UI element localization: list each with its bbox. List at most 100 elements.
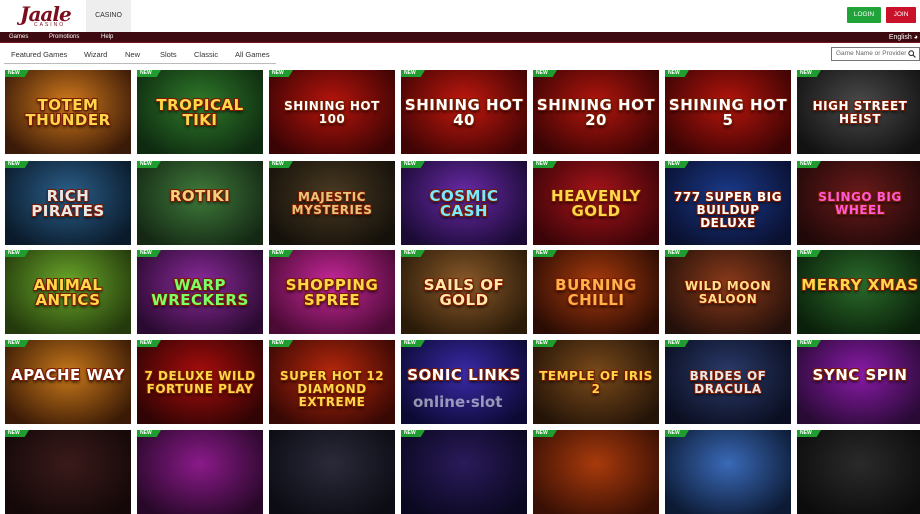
game-tile[interactable]: HEAVENLY GOLD NEW [533, 161, 659, 245]
new-badge: NEW [665, 70, 689, 77]
game-title: MAJESTIC MYSTERIES [291, 190, 373, 217]
game-tile[interactable]: TEMPLE OF IRIS 2 NEW [533, 340, 659, 424]
game-tile[interactable] [269, 430, 395, 514]
menu-item-promotions[interactable]: Promotions [49, 32, 79, 43]
game-title: BRIDES OF DRACULA [689, 369, 767, 396]
watermark-text: online·slot [413, 393, 503, 411]
game-title: SLINGO BIG WHEEL [818, 190, 902, 217]
category-new[interactable]: New [125, 50, 140, 59]
language-selector[interactable]: English ◕ [889, 32, 918, 43]
new-badge: NEW [5, 250, 29, 257]
new-badge: NEW [269, 340, 293, 347]
category-featured-games[interactable]: Featured Games [11, 50, 67, 59]
game-tile[interactable]: NEW [137, 430, 263, 514]
game-tile[interactable]: WARP WRECKERS NEW [137, 250, 263, 334]
new-badge: NEW [665, 340, 689, 347]
new-badge: NEW [401, 70, 425, 77]
new-badge: NEW [401, 161, 425, 168]
game-title: SHINING HOT 100 [284, 99, 380, 126]
game-title: SHOPPING SPREE [285, 276, 379, 309]
casino-logo[interactable]: Jaale CASINO [20, 2, 74, 30]
menu-item-help[interactable]: Help [101, 32, 113, 43]
globe-icon: ◕ [913, 34, 918, 41]
game-tile[interactable]: SYNC SPIN NEW [797, 340, 920, 424]
game-tile[interactable]: BURNING CHILLI NEW [533, 250, 659, 334]
game-tile[interactable]: NEW [401, 430, 527, 514]
game-title: TOTEM THUNDER [25, 96, 111, 129]
new-badge: NEW [137, 430, 161, 437]
game-tile[interactable]: 777 SUPER BIG BUILDUP DELUXE NEW [665, 161, 791, 245]
game-tile[interactable]: MAJESTIC MYSTERIES NEW [269, 161, 395, 245]
menu-item-games[interactable]: Games [9, 32, 28, 43]
game-title: APACHE WAY [11, 366, 125, 384]
category-all-games[interactable]: All Games [235, 50, 270, 59]
game-tile[interactable]: NEW [797, 430, 920, 514]
search-icon[interactable] [908, 50, 916, 58]
new-badge: NEW [269, 250, 293, 257]
game-tile[interactable]: HIGH STREET HEIST NEW [797, 70, 920, 154]
game-title: WILD MOON SALOON [684, 279, 772, 306]
category-slots[interactable]: Slots [160, 50, 177, 59]
game-title: SHINING HOT 5 [668, 96, 788, 129]
game-title: SUPER HOT 12 DIAMOND EXTREME [279, 369, 385, 409]
game-tile[interactable]: MERRY XMAS NEW [797, 250, 920, 334]
game-tile[interactable]: SHOPPING SPREE NEW [269, 250, 395, 334]
game-title: HEAVENLY GOLD [551, 187, 641, 220]
new-badge: NEW [5, 340, 29, 347]
game-tile[interactable]: COSMIC CASH NEW [401, 161, 527, 245]
game-title: 777 SUPER BIG BUILDUP DELUXE [674, 190, 782, 230]
main-menu-bar: Games Promotions Help English ◕ [0, 32, 920, 43]
join-button[interactable]: JOIN [886, 7, 916, 23]
game-title: ROTIKI [169, 187, 231, 205]
game-title: SHINING HOT 20 [536, 96, 656, 129]
new-badge: NEW [137, 340, 161, 347]
game-tile[interactable]: 7 DELUXE WILD FORTUNE PLAY NEW [137, 340, 263, 424]
game-tile[interactable]: APACHE WAY NEW [5, 340, 131, 424]
game-tile[interactable]: NEW [665, 430, 791, 514]
game-tile[interactable]: SONIC LINKS NEW online·slot [401, 340, 527, 424]
new-badge: NEW [797, 70, 821, 77]
game-tile[interactable]: TOTEM THUNDER NEW [5, 70, 131, 154]
login-button[interactable]: LOGIN [847, 7, 881, 23]
new-badge: NEW [797, 161, 821, 168]
game-title: BURNING CHILLI [555, 276, 637, 309]
game-tile[interactable]: SAILS OF GOLD NEW [401, 250, 527, 334]
game-tile[interactable]: SHINING HOT 20 NEW [533, 70, 659, 154]
game-tile[interactable]: SHINING HOT 100 NEW [269, 70, 395, 154]
new-badge: NEW [533, 70, 557, 77]
new-badge: NEW [797, 430, 821, 437]
game-tile[interactable]: NEW [5, 430, 131, 514]
game-tile[interactable]: WILD MOON SALOON NEW [665, 250, 791, 334]
game-title: TROPICAL TIKI [156, 96, 244, 129]
new-badge: NEW [665, 250, 689, 257]
game-title: MERRY XMAS [801, 276, 919, 294]
new-badge: NEW [665, 161, 689, 168]
tab-casino[interactable]: CASINO [86, 0, 131, 32]
game-tile[interactable]: NEW [533, 430, 659, 514]
game-tile[interactable]: BRIDES OF DRACULA NEW [665, 340, 791, 424]
game-tile[interactable]: RICH PIRATES NEW [5, 161, 131, 245]
new-badge: NEW [797, 340, 821, 347]
category-classic[interactable]: Classic [194, 50, 218, 59]
game-title: SHINING HOT 40 [404, 96, 524, 129]
new-badge: NEW [269, 70, 293, 77]
game-tile[interactable]: ROTIKI NEW [137, 161, 263, 245]
new-badge: NEW [137, 250, 161, 257]
game-tile[interactable]: SUPER HOT 12 DIAMOND EXTREME NEW [269, 340, 395, 424]
game-tile[interactable]: ANIMAL ANTICS NEW [5, 250, 131, 334]
game-tile[interactable]: SHINING HOT 40 NEW [401, 70, 527, 154]
game-title: RICH PIRATES [31, 187, 105, 220]
new-badge: NEW [533, 340, 557, 347]
new-badge: NEW [401, 340, 425, 347]
new-badge: NEW [401, 430, 425, 437]
game-tile[interactable]: TROPICAL TIKI NEW [137, 70, 263, 154]
new-badge: NEW [533, 161, 557, 168]
game-tile[interactable]: SHINING HOT 5 NEW [665, 70, 791, 154]
category-wizard[interactable]: Wizard [84, 50, 107, 59]
search-input[interactable]: Game Name or Provider [831, 47, 920, 61]
logo-subtext: CASINO [34, 22, 66, 28]
game-title: ANIMAL ANTICS [33, 276, 103, 309]
new-badge: NEW [533, 430, 557, 437]
game-tile[interactable]: SLINGO BIG WHEEL NEW [797, 161, 920, 245]
game-title: SAILS OF GOLD [423, 276, 505, 309]
